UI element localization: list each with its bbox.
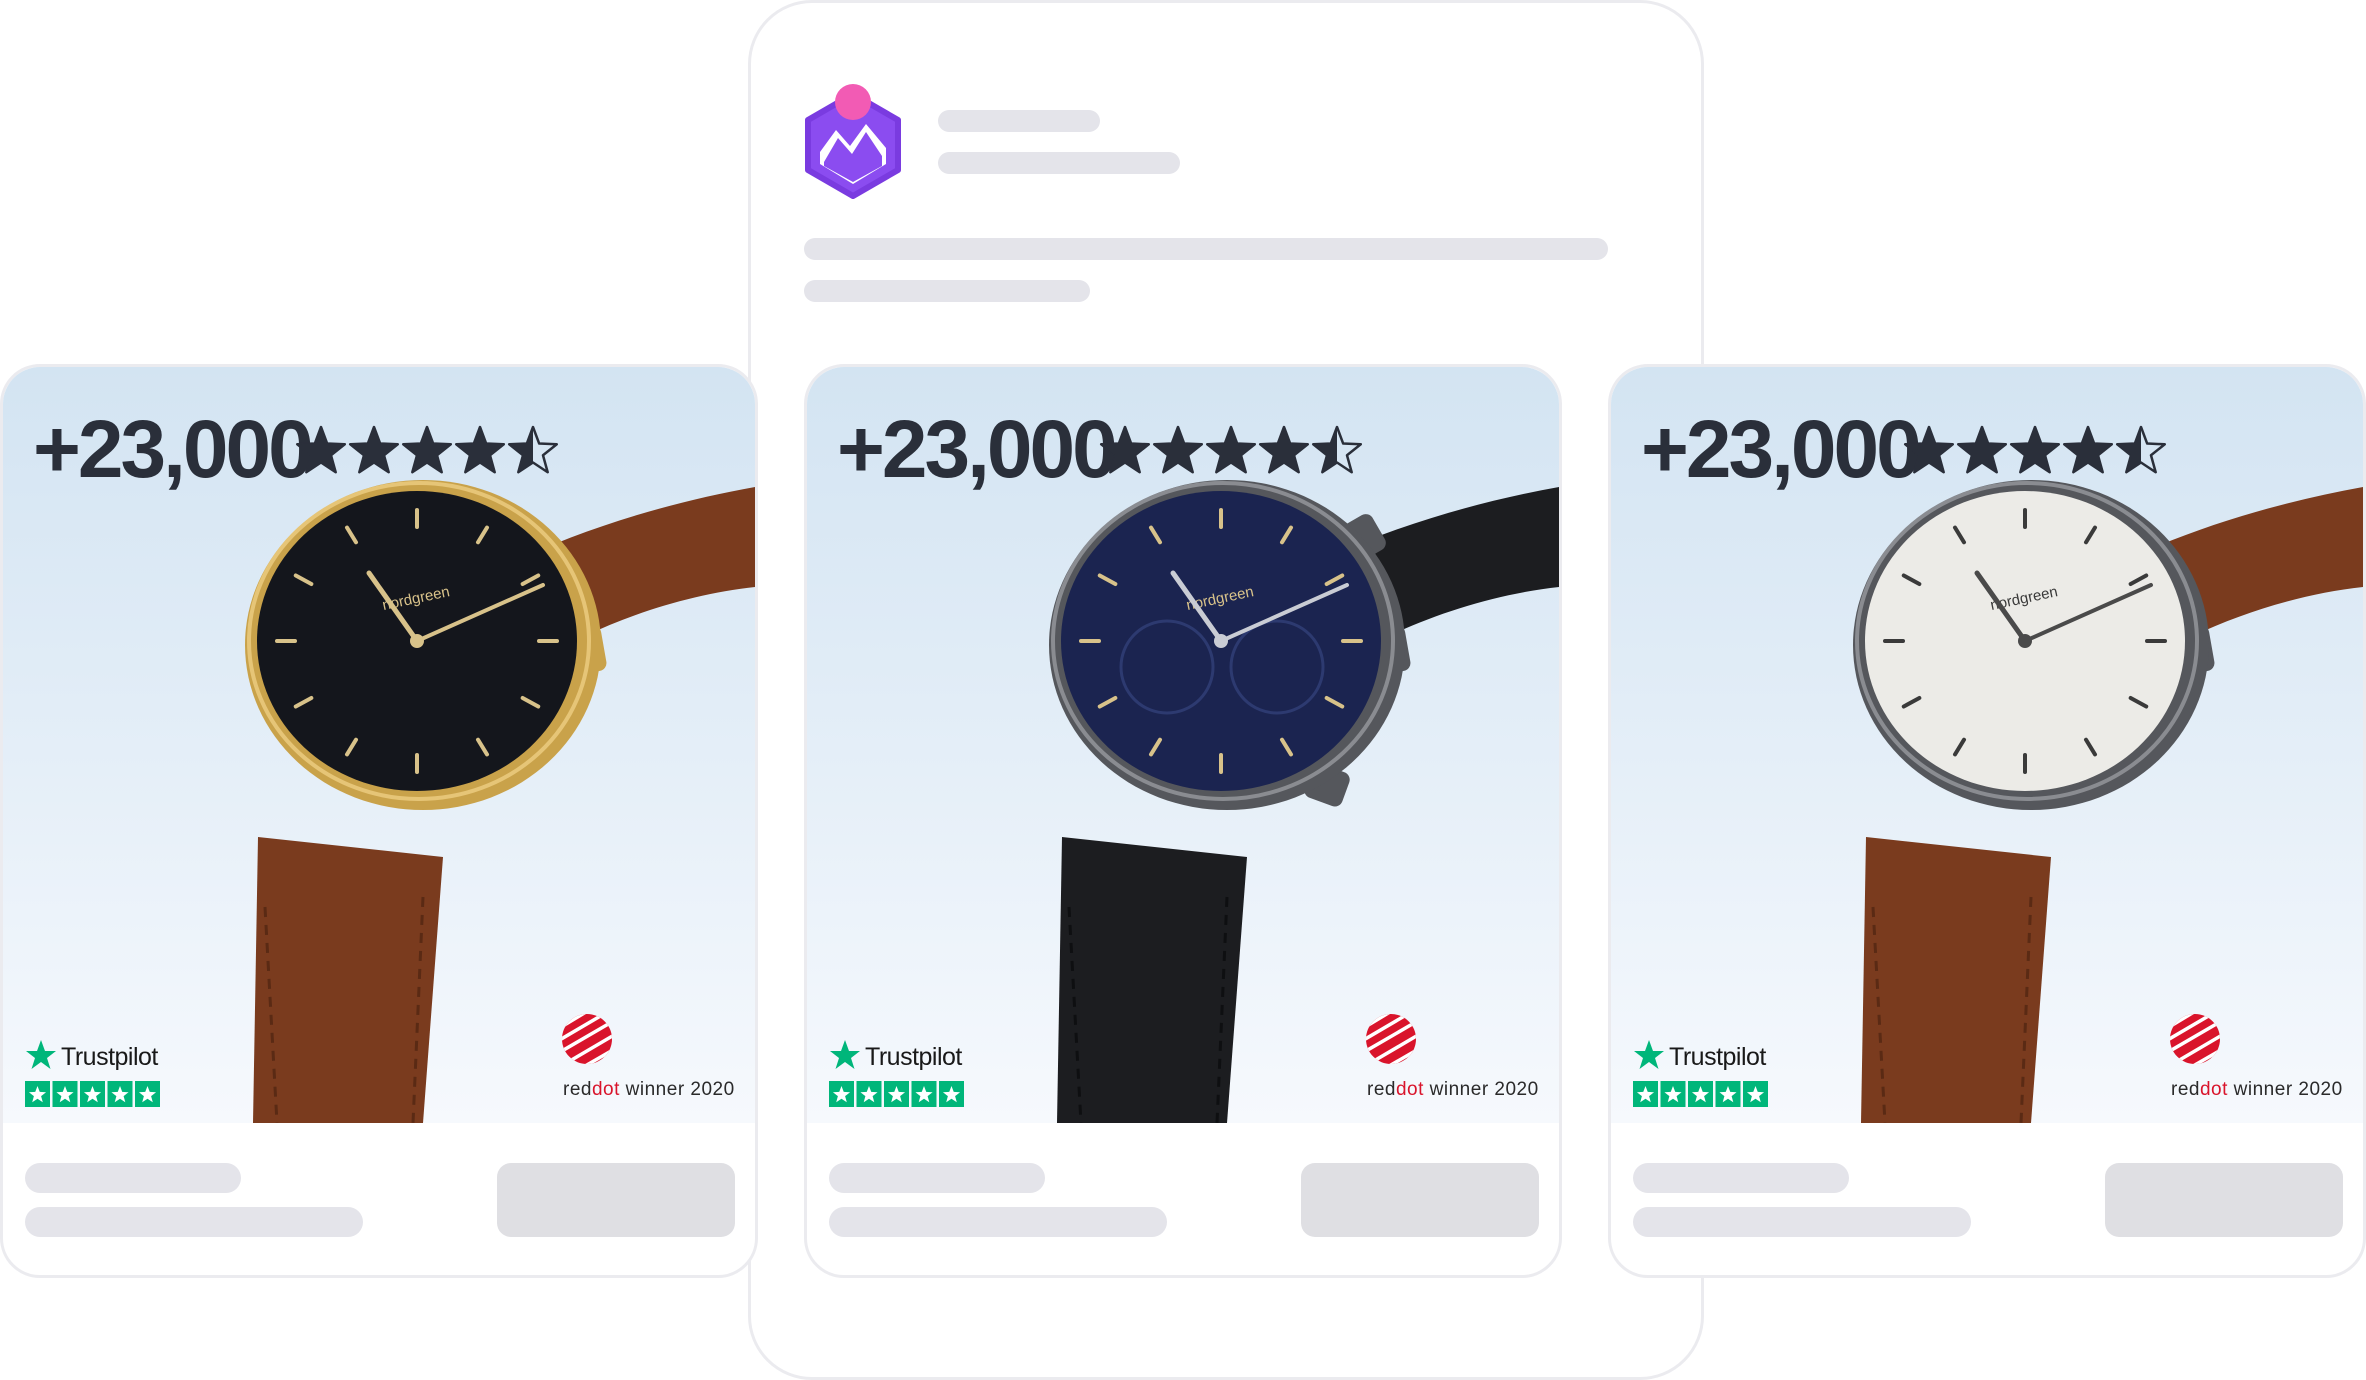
- header-skeleton-title: [938, 110, 1100, 132]
- rating-star: [456, 427, 504, 473]
- product-image: +23,000 nordgreen Trustpilot reddot winn…: [807, 367, 1559, 1123]
- trustpilot-label: Trustpilot: [1669, 1043, 1766, 1071]
- trustpilot-stars-icon: [25, 1081, 160, 1107]
- card-skeleton-title: [25, 1163, 241, 1193]
- trustpilot-label: Trustpilot: [61, 1043, 158, 1071]
- rating-star: [1905, 427, 1953, 473]
- card-skeleton-button[interactable]: [497, 1163, 735, 1237]
- watch-hand-pivot: [1214, 634, 1228, 648]
- reddot-label: reddot winner 2020: [2171, 1079, 2343, 1101]
- watch-image: nordgreen: [245, 480, 755, 1123]
- reddot-prefix: red: [2171, 1079, 2200, 1100]
- star-rating: [295, 425, 559, 474]
- header-skeleton-line-1: [804, 238, 1608, 260]
- reddot-icon: [2170, 1014, 2220, 1064]
- rating-star: [1958, 427, 2006, 473]
- rating-star: [1260, 427, 1308, 473]
- watch-hand-pivot: [410, 634, 424, 648]
- reddot-dot: dot: [2199, 1079, 2228, 1100]
- trustpilot-stars-icon: [829, 1081, 964, 1107]
- card-skeleton-button[interactable]: [1301, 1163, 1539, 1237]
- card-skeleton-title: [829, 1163, 1045, 1193]
- reddot-suffix: winner 2020: [2227, 1079, 2343, 1100]
- header-skeleton-subtitle: [938, 152, 1180, 174]
- reddot-suffix: winner 2020: [619, 1079, 735, 1100]
- app-chart-logo-icon: [805, 84, 901, 199]
- rating-star: [1154, 427, 1202, 473]
- rating-star: [1101, 427, 1149, 473]
- product-image: +23,000 nordgreen Trustpilot reddot winn…: [1611, 367, 2363, 1123]
- reddot-prefix: red: [1367, 1079, 1396, 1100]
- trustpilot-star-icon: [26, 1040, 56, 1069]
- rating-star: [1207, 427, 1255, 473]
- star-rating: [1903, 425, 2167, 474]
- reddot-dot: dot: [591, 1079, 620, 1100]
- trustpilot-star-icon: [830, 1040, 860, 1069]
- watch-image: nordgreen: [1853, 480, 2363, 1123]
- reddot-icon: [562, 1014, 612, 1064]
- reddot-label: reddot winner 2020: [1367, 1079, 1539, 1101]
- reddot-icon: [1366, 1014, 1416, 1064]
- reddot-prefix: red: [563, 1079, 592, 1100]
- rating-star: [297, 427, 345, 473]
- card-skeleton-subtitle: [1633, 1207, 1971, 1237]
- reddot-dot: dot: [1395, 1079, 1424, 1100]
- card-skeleton-subtitle: [829, 1207, 1167, 1237]
- watch-hand-pivot: [2018, 634, 2032, 648]
- product-card[interactable]: +23,000 nordgreen Trustpilot reddot winn…: [1608, 364, 2366, 1278]
- card-skeleton-button[interactable]: [2105, 1163, 2343, 1237]
- card-skeleton-subtitle: [25, 1207, 363, 1237]
- product-card[interactable]: +23,000 nordgreen Trustpilot reddot winn…: [0, 364, 758, 1278]
- rating-star: [403, 427, 451, 473]
- star-rating: [1099, 425, 1363, 474]
- reddot-label: reddot winner 2020: [563, 1079, 735, 1101]
- reddot-suffix: winner 2020: [1423, 1079, 1539, 1100]
- header-skeleton-line-2: [804, 280, 1090, 302]
- watch-image: nordgreen: [1049, 480, 1559, 1123]
- rating-star: [2011, 427, 2059, 473]
- trustpilot-label: Trustpilot: [865, 1043, 962, 1071]
- product-card[interactable]: +23,000 nordgreen Trustpilot reddot winn…: [804, 364, 1562, 1278]
- trustpilot-star-icon: [1634, 1040, 1664, 1069]
- rating-star: [350, 427, 398, 473]
- rating-star: [2064, 427, 2112, 473]
- product-image: +23,000 nordgreen Trustpilot reddot winn…: [3, 367, 755, 1123]
- trustpilot-stars-icon: [1633, 1081, 1768, 1107]
- card-skeleton-title: [1633, 1163, 1849, 1193]
